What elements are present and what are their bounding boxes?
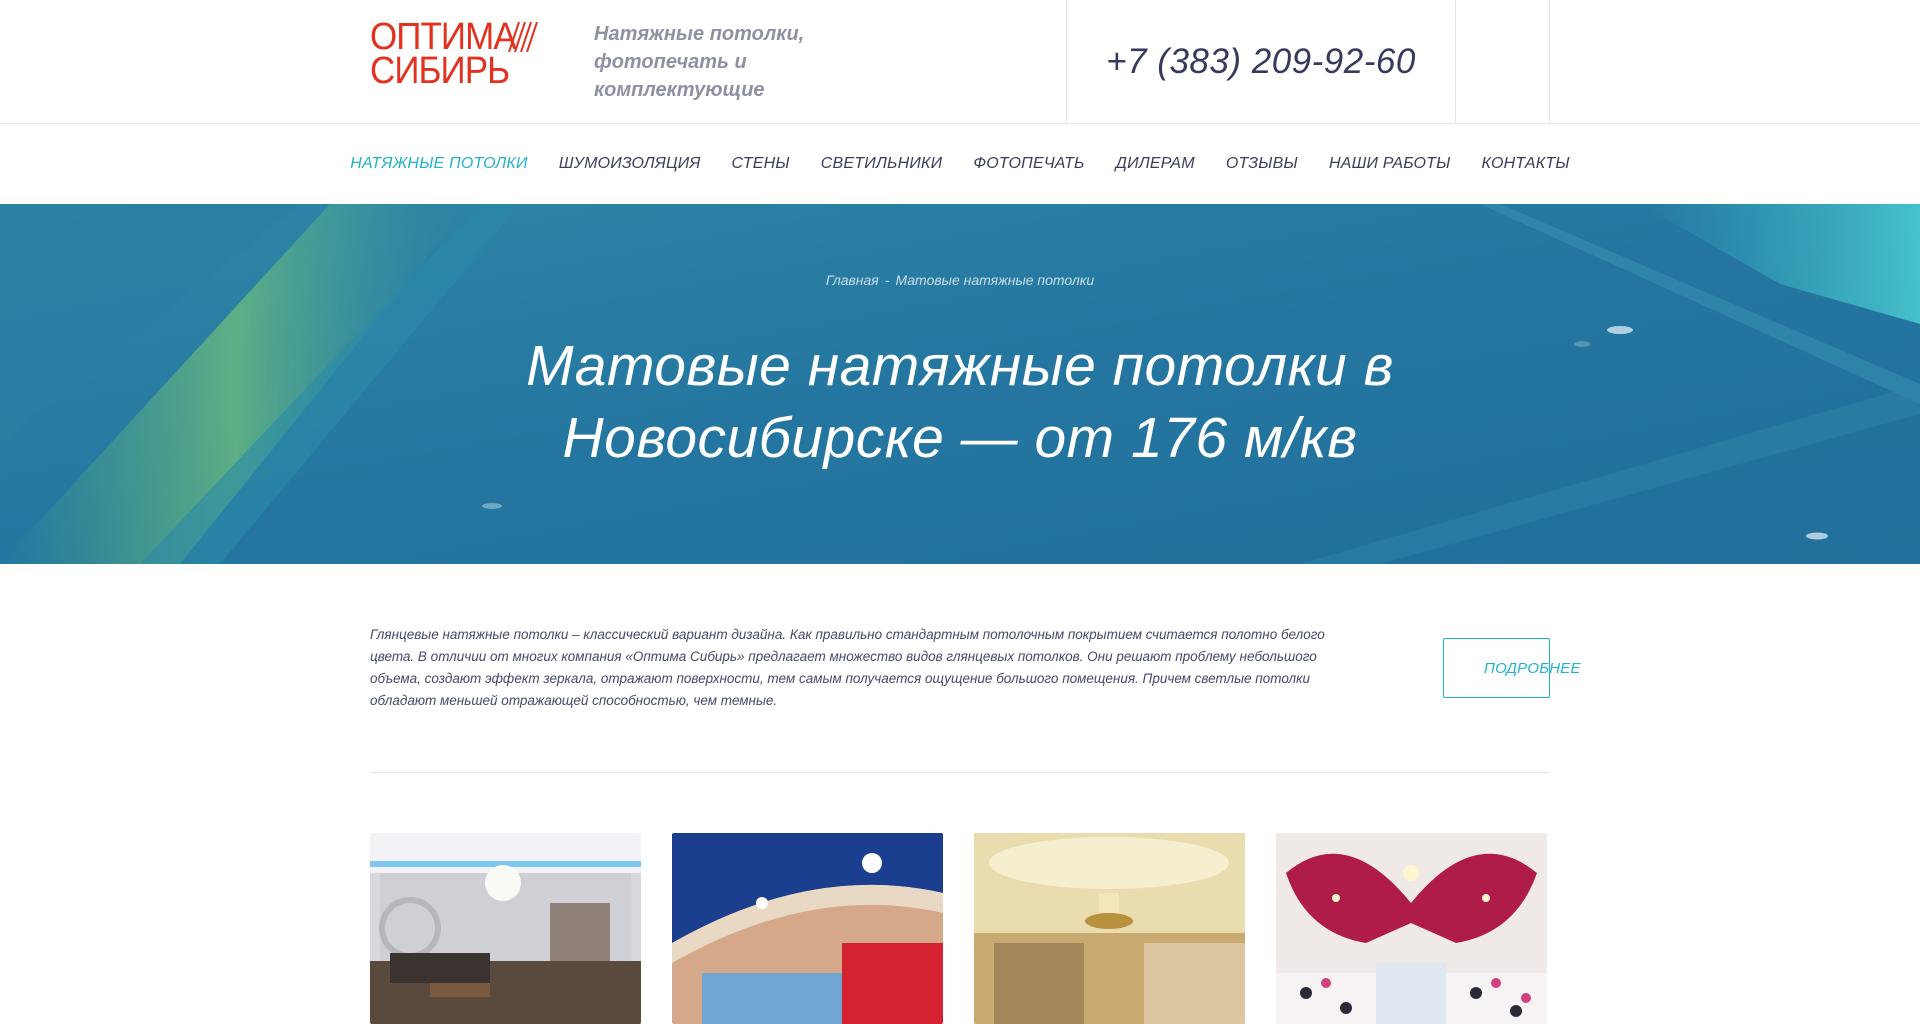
- nav-item-2[interactable]: СТЕНЫ: [716, 155, 805, 173]
- intro-text: Глянцевые натяжные потолки – классически…: [370, 627, 1325, 708]
- page-title-line-1: Матовые натяжные потолки в: [526, 334, 1394, 398]
- company-logo[interactable]: ОПТИМА СИБИРЬ: [370, 16, 538, 92]
- header-divider: [1549, 0, 1550, 124]
- nav-item-6[interactable]: ОТЗЫВЫ: [1210, 155, 1313, 173]
- phone-number[interactable]: +7 (383) 209-92-60: [1067, 0, 1455, 124]
- tagline-line-3: комплектующие: [594, 79, 765, 101]
- more-button-label: ПОДРОБНЕЕ: [1484, 659, 1581, 677]
- gallery: [370, 833, 1550, 1024]
- gallery-item[interactable]: [370, 833, 641, 1024]
- ceiling-photo-golden-icon: [974, 833, 1245, 1024]
- header-tagline: Натяжные потолки, фотопечать и комплекту…: [594, 20, 824, 104]
- breadcrumb-separator: -: [884, 272, 890, 288]
- nav-item-4[interactable]: ФОТОПЕЧАТЬ: [958, 155, 1100, 173]
- breadcrumb: Главная - Матовые натяжные потолки: [0, 272, 1920, 288]
- gallery-item[interactable]: [1276, 833, 1547, 1024]
- breadcrumb-home-link[interactable]: Главная: [826, 272, 879, 288]
- nav-item-7[interactable]: НАШИ РАБОТЫ: [1313, 155, 1466, 173]
- breadcrumb-current: Матовые натяжные потолки: [895, 272, 1095, 288]
- logo-line-2: СИБИРЬ: [370, 50, 510, 92]
- logo-stripes-icon: [508, 22, 538, 52]
- nav-item-5[interactable]: ДИЛЕРАМ: [1100, 155, 1210, 173]
- page-title-line-2: Новосибирске — от 176 м/кв: [562, 406, 1358, 470]
- more-button[interactable]: ПОДРОБНЕЕ: [1443, 638, 1580, 698]
- nav-item-0[interactable]: НАТЯЖНЫЕ ПОТОЛКИ: [335, 155, 543, 173]
- ceiling-photo-blue-red-icon: [672, 833, 943, 1024]
- nav-item-8[interactable]: КОНТАКТЫ: [1466, 155, 1585, 173]
- header-empty-cell: [1455, 0, 1550, 124]
- site-header: ОПТИМА СИБИРЬ Натяжные потолки, фотопеча…: [0, 0, 1920, 124]
- nav-list: НАТЯЖНЫЕ ПОТОЛКИ ШУМОИЗОЛЯЦИЯ СТЕНЫ СВЕТИЛЬ…: [335, 155, 1585, 173]
- tagline-line-2: фотопечать и: [594, 51, 747, 73]
- gallery-item[interactable]: [974, 833, 1245, 1024]
- ceiling-photo-butterfly-icon: [1276, 833, 1547, 1024]
- page-title: Матовые натяжные потолки в Новосибирске …: [460, 330, 1460, 474]
- main-nav: НАТЯЖНЫЕ ПОТОЛКИ ШУМОИЗОЛЯЦИЯ СТЕНЫ СВЕТИЛЬ…: [0, 124, 1920, 204]
- logo-line-1: ОПТИМА: [370, 16, 517, 58]
- content-divider: [370, 772, 1550, 773]
- nav-item-1[interactable]: ШУМОИЗОЛЯЦИЯ: [543, 155, 716, 173]
- gallery-item[interactable]: [672, 833, 943, 1024]
- nav-item-3[interactable]: СВЕТИЛЬНИКИ: [805, 155, 958, 173]
- tagline-line-1: Натяжные потолки,: [594, 23, 805, 45]
- ceiling-photo-living-room-icon: [370, 833, 641, 1024]
